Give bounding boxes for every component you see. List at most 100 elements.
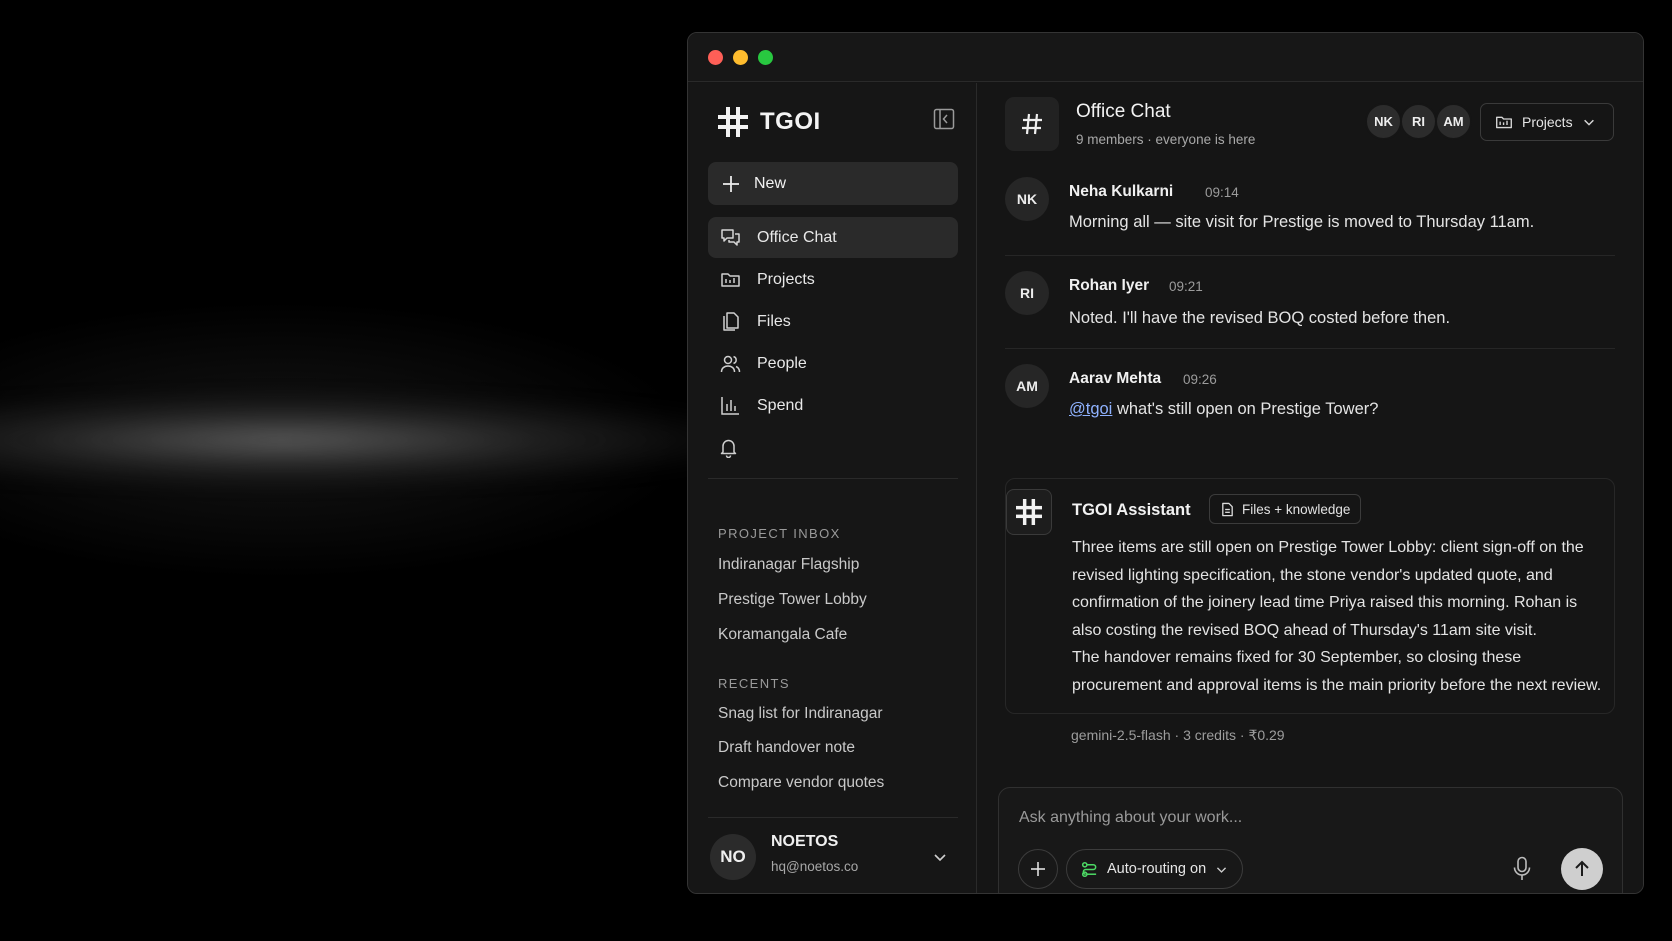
sidebar: TGOI New Office Chat Projects Files Peop… — [688, 83, 977, 893]
message-text: Morning all — site visit for Prestige is… — [1069, 213, 1535, 231]
sidebar-item-label: Office Chat — [757, 228, 837, 246]
files-knowledge-label: Files + knowledge — [1242, 501, 1351, 517]
sidebar-item-spend[interactable]: Spend — [708, 385, 958, 426]
close-window-button[interactable] — [708, 50, 723, 65]
folder-icon — [1495, 113, 1513, 131]
assistant-name: TGOI Assistant — [1072, 501, 1191, 519]
presence-status: everyone is here — [1155, 132, 1256, 147]
user-name: NOETOS — [771, 833, 839, 850]
avatar: RI — [1400, 103, 1437, 140]
app-name: TGOI — [760, 108, 821, 135]
project-inbox-item[interactable]: Indiranagar Flagship — [718, 556, 859, 574]
chat-panel: Office Chat 9 members · everyone is here… — [978, 83, 1643, 893]
avatar: NO — [710, 834, 756, 880]
channel-subtitle: 9 members · everyone is here — [1076, 132, 1255, 147]
message-time: 09:26 — [1183, 372, 1217, 387]
sidebar-item-label: Spend — [757, 396, 804, 414]
attach-button[interactable] — [1018, 849, 1058, 889]
sidebar-divider — [708, 478, 958, 479]
sidebar-item-people[interactable]: People — [708, 343, 958, 384]
assistant-response: Three items are still open on Prestige T… — [1072, 534, 1602, 699]
collapse-sidebar-icon[interactable] — [932, 107, 956, 131]
files-icon — [720, 311, 741, 332]
minimize-window-button[interactable] — [733, 50, 748, 65]
avatar: NK — [1365, 103, 1402, 140]
chevron-down-icon — [1215, 863, 1228, 876]
message-separator — [1005, 255, 1615, 256]
projects-dropdown[interactable]: Projects — [1480, 103, 1614, 141]
member-count: 9 members — [1076, 132, 1144, 147]
tgoi-logo-icon — [718, 107, 748, 137]
dot-separator: · — [1147, 132, 1156, 147]
assistant-usage-meta: gemini-2.5-flash · 3 credits · ₹0.29 — [1071, 727, 1285, 744]
brand: TGOI — [718, 107, 821, 137]
message-input[interactable] — [1019, 806, 1579, 830]
user-email: hq@noetos.co — [771, 859, 859, 874]
member-avatar-stack[interactable]: NK RI AM — [1365, 103, 1472, 140]
user-account-menu[interactable]: NO NOETOS hq@noetos.co — [710, 831, 960, 887]
bar-chart-icon — [720, 395, 741, 416]
message-author: Rohan Iyer — [1069, 277, 1150, 294]
channel-title: Office Chat — [1076, 101, 1171, 122]
recent-item[interactable]: Compare vendor quotes — [718, 774, 884, 792]
assistant-paragraph: Three items are still open on Prestige T… — [1072, 539, 1584, 639]
avatar: RI — [1005, 271, 1049, 315]
cost: ₹0.29 — [1248, 727, 1285, 743]
model-name: gemini-2.5-flash — [1071, 727, 1171, 743]
microphone-icon[interactable] — [1512, 856, 1532, 882]
message-time: 09:21 — [1169, 279, 1203, 294]
recent-item[interactable]: Snag list for Indiranagar — [718, 705, 883, 723]
message-composer: Auto-routing on — [998, 787, 1623, 893]
avatar: AM — [1005, 364, 1049, 408]
auto-routing-label: Auto-routing on — [1107, 861, 1207, 877]
new-button-label: New — [754, 174, 787, 192]
recent-item[interactable]: Draft handover note — [718, 739, 855, 757]
arrow-up-icon — [1572, 859, 1592, 879]
folder-icon — [720, 269, 741, 290]
chevron-down-icon — [932, 849, 948, 865]
message-author: Neha Kulkarni — [1069, 183, 1174, 200]
projects-dropdown-label: Projects — [1522, 114, 1573, 130]
sidebar-nav: Office Chat Projects Files People Spend — [708, 217, 958, 427]
backdrop-light-streak — [0, 395, 780, 485]
new-button[interactable]: New — [708, 162, 958, 205]
message-separator — [1005, 348, 1615, 349]
sidebar-item-label: People — [757, 354, 807, 372]
chevron-down-icon — [1582, 115, 1596, 129]
sidebar-item-label: Projects — [757, 270, 815, 288]
sidebar-divider — [708, 817, 958, 818]
auto-routing-toggle[interactable]: Auto-routing on — [1066, 849, 1244, 889]
bell-icon[interactable] — [718, 437, 739, 458]
maximize-window-button[interactable] — [758, 50, 773, 65]
title-bar — [688, 33, 1643, 82]
sidebar-item-label: Files — [757, 312, 791, 330]
avatar: AM — [1435, 103, 1472, 140]
routing-icon — [1081, 861, 1098, 878]
message-text: @tgoi what's still open on Prestige Towe… — [1069, 400, 1378, 419]
people-icon — [720, 353, 741, 374]
message-text: Noted. I'll have the revised BOQ costed … — [1069, 309, 1451, 327]
sidebar-item-projects[interactable]: Projects — [708, 259, 958, 300]
sidebar-item-files[interactable]: Files — [708, 301, 958, 342]
credits-used: 3 credits — [1183, 727, 1236, 743]
hash-icon — [1005, 97, 1059, 151]
message-time: 09:14 — [1205, 185, 1239, 200]
dot-separator: · — [1174, 727, 1184, 743]
message-text-body: what's still open on Prestige Tower? — [1112, 400, 1379, 418]
assistant-paragraph: The handover remains fixed for 30 Septem… — [1072, 649, 1602, 694]
project-inbox-heading: PROJECT INBOX — [718, 526, 841, 541]
mention-link[interactable]: @tgoi — [1069, 400, 1112, 418]
files-knowledge-badge[interactable]: Files + knowledge — [1209, 494, 1362, 524]
tgoi-logo-icon — [1006, 489, 1052, 535]
project-inbox-item[interactable]: Koramangala Cafe — [718, 626, 847, 644]
project-inbox-item[interactable]: Prestige Tower Lobby — [718, 591, 867, 609]
assistant-message: TGOI Assistant Files + knowledge Three i… — [1005, 478, 1615, 714]
document-icon — [1220, 502, 1235, 517]
sidebar-item-office-chat[interactable]: Office Chat — [708, 217, 958, 258]
plus-icon — [1030, 861, 1046, 877]
chat-icon — [720, 227, 741, 248]
app-window: TGOI New Office Chat Projects Files Peop… — [687, 32, 1644, 894]
message-author: Aarav Mehta — [1069, 370, 1162, 387]
send-button[interactable] — [1561, 848, 1603, 890]
avatar: NK — [1005, 177, 1049, 221]
